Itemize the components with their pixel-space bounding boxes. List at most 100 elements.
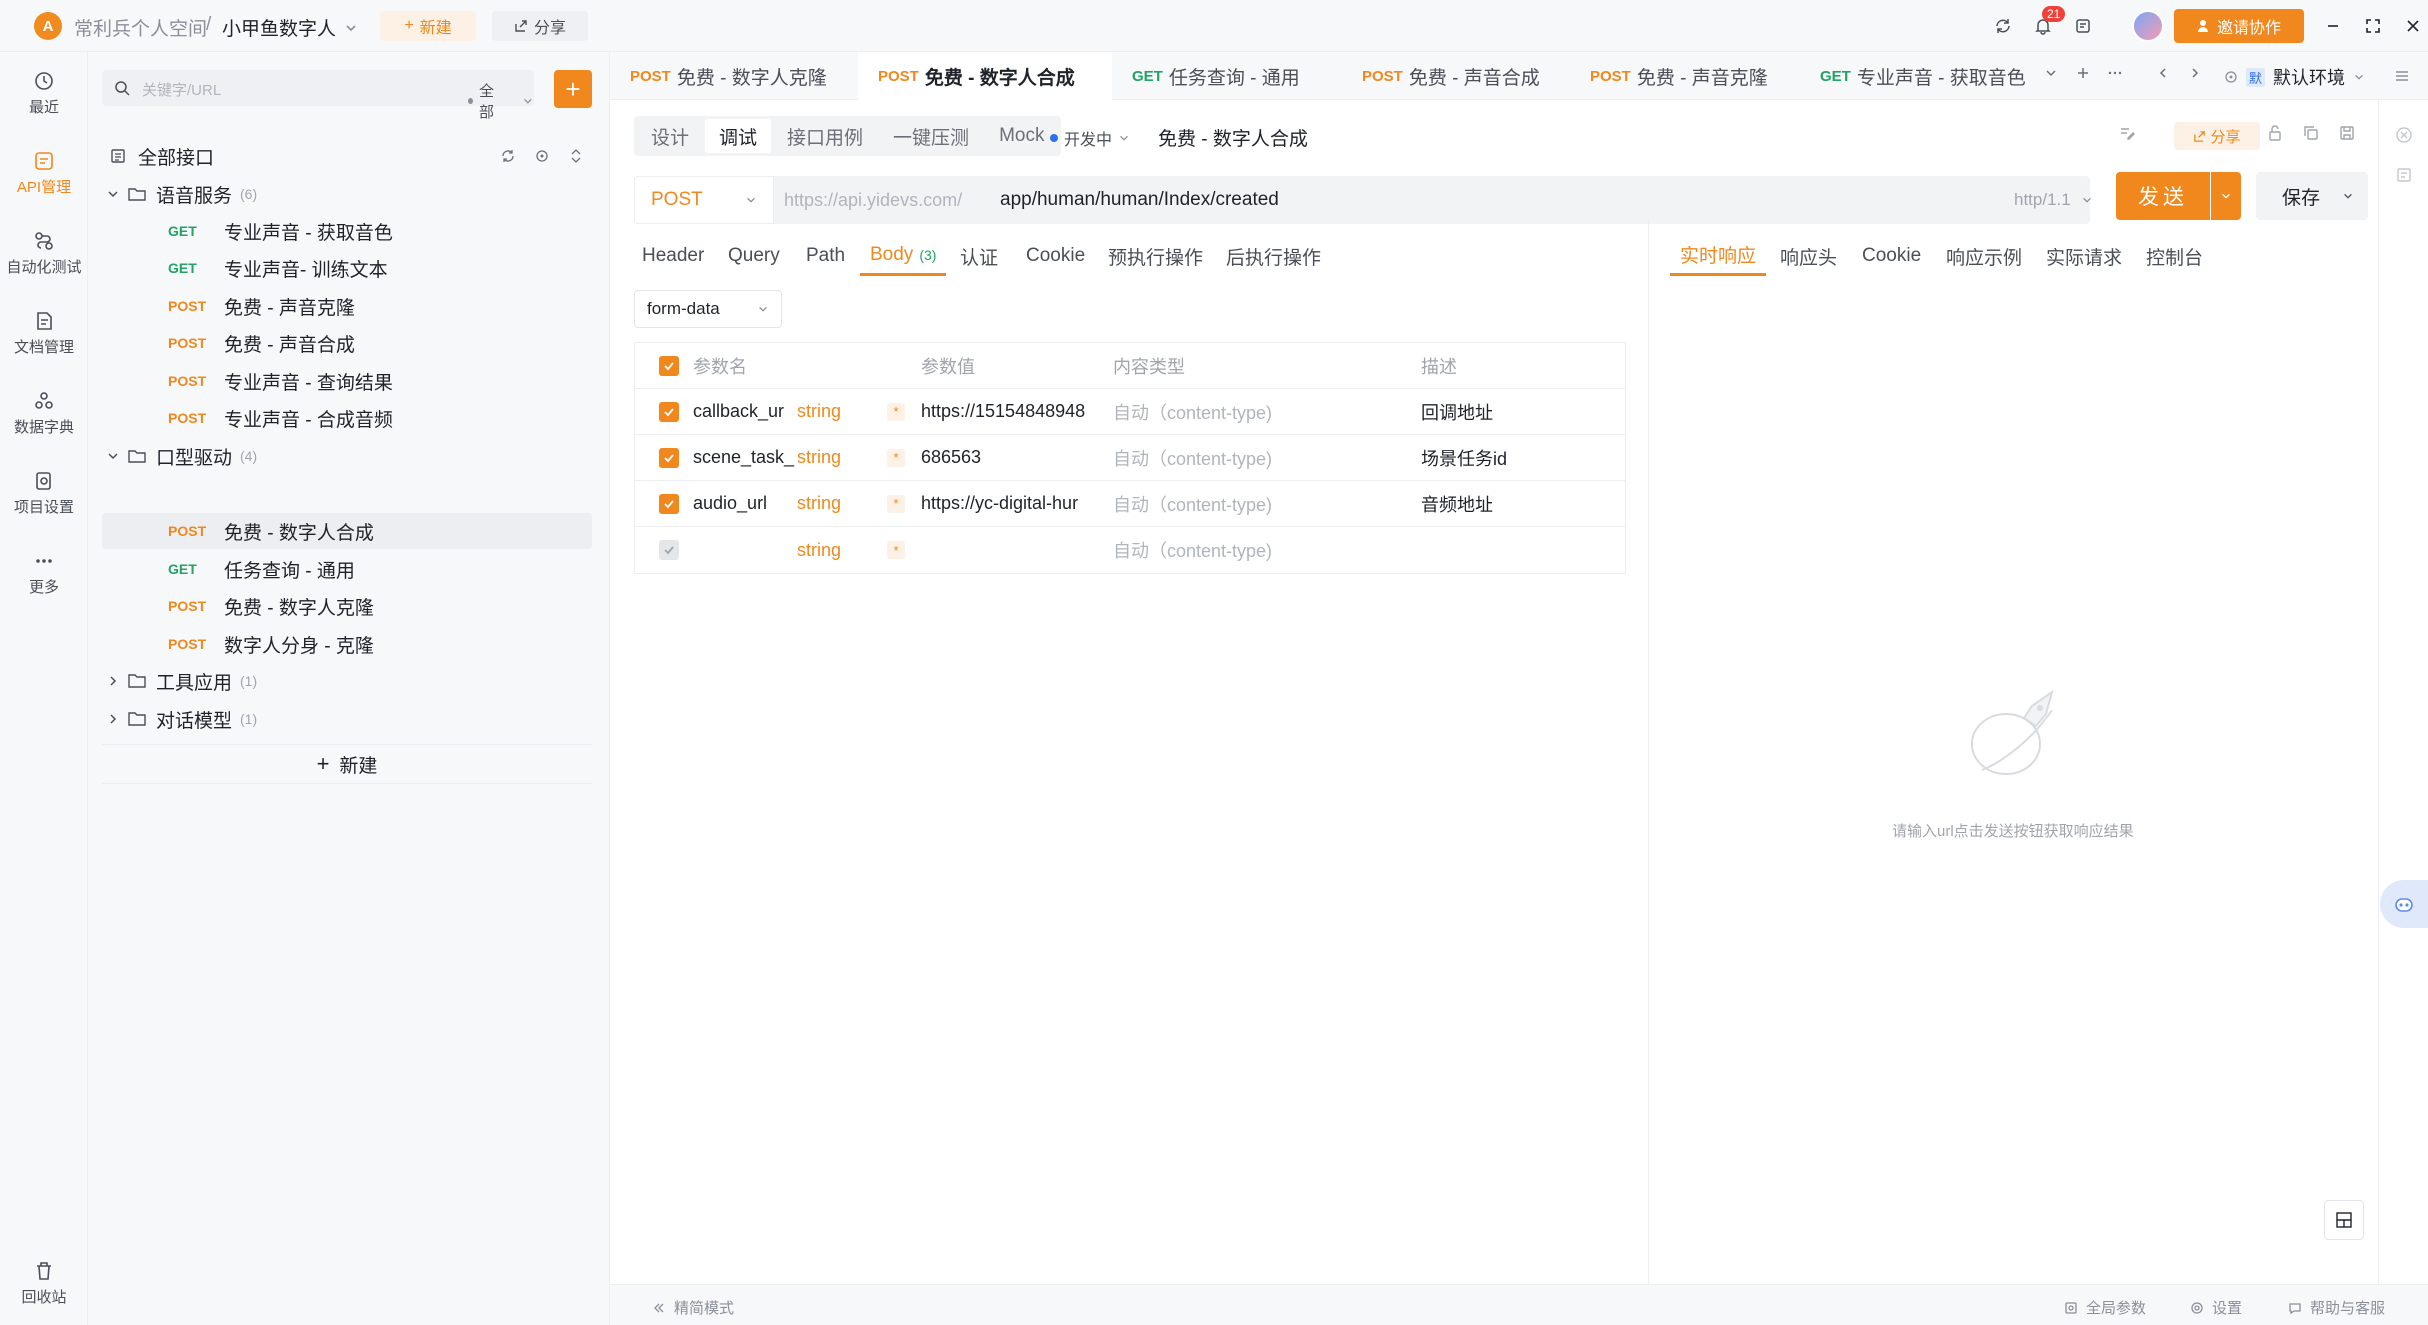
tab-pre-script[interactable]: 预执行操作 xyxy=(1108,236,1203,276)
param-value[interactable]: https://15154848948 xyxy=(921,401,1091,422)
api-name-field[interactable]: 免费 - 数字人合成 xyxy=(1158,124,1308,151)
api-item[interactable]: GET 专业声音 - 获取音色 xyxy=(102,213,592,249)
global-params-button[interactable]: 全局参数 xyxy=(2064,1297,2146,1318)
api-item-selected[interactable]: POST 免费 - 数字人合成 xyxy=(102,513,592,549)
required-icon[interactable]: * xyxy=(887,402,905,421)
api-item[interactable]: POST 专业声音 - 合成音频 xyxy=(102,400,592,436)
nav-data-dictionary[interactable]: 数据字典 xyxy=(0,390,88,437)
sync-icon[interactable] xyxy=(1988,11,2018,41)
api-item[interactable]: POST 免费 - 声音合成 xyxy=(102,325,592,361)
copy-icon[interactable] xyxy=(2302,124,2320,142)
tab-actual-request[interactable]: 实际请求 xyxy=(2046,236,2122,276)
param-desc[interactable]: 场景任务id xyxy=(1421,445,1507,471)
send-options-button[interactable] xyxy=(2211,172,2241,220)
edit-icon[interactable] xyxy=(2118,124,2136,142)
settings-button[interactable]: 设置 xyxy=(2190,1297,2242,1318)
tab-body[interactable]: Body (3) xyxy=(860,236,947,276)
search-bar[interactable]: 关键字/URL 全部 xyxy=(102,70,534,121)
required-icon[interactable]: * xyxy=(887,541,905,559)
param-type[interactable]: string xyxy=(797,447,841,468)
api-item[interactable]: POST 免费 - 数字人克隆 xyxy=(102,588,592,624)
expand-collapse-icon[interactable] xyxy=(568,148,584,164)
nav-automation-test[interactable]: 自动化测试 xyxy=(0,230,88,277)
api-tab-active[interactable]: POST 免费 - 数字人合成 xyxy=(858,52,1112,100)
api-item[interactable]: POST 免费 - 声音克隆 xyxy=(102,288,592,324)
close-circle-icon[interactable] xyxy=(2395,126,2413,144)
api-tab[interactable]: POST 免费 - 声音合成 xyxy=(1342,52,1560,100)
layout-toggle-button[interactable] xyxy=(2324,1200,2364,1240)
row-checkbox[interactable] xyxy=(659,447,679,468)
workspace-breadcrumb[interactable]: 常利兵个人空间 xyxy=(74,14,207,41)
new-button[interactable]: + 新建 xyxy=(380,11,476,41)
param-content-type[interactable]: 自动（content-type) xyxy=(1113,399,1272,425)
param-value[interactable]: https://yc-digital-hur xyxy=(921,493,1091,514)
maximize-icon[interactable] xyxy=(2358,11,2388,41)
more-icon[interactable] xyxy=(2108,66,2122,80)
menu-icon[interactable] xyxy=(2394,68,2410,84)
tab-realtime-response[interactable]: 实时响应 xyxy=(1670,236,1767,276)
nav-docs[interactable]: 文档管理 xyxy=(0,310,88,357)
tab-debug[interactable]: 调试 xyxy=(705,119,772,153)
url-input[interactable]: app/human/human/Index/created xyxy=(1000,189,1279,211)
param-type[interactable]: string xyxy=(797,540,841,561)
param-type[interactable]: string xyxy=(797,401,841,422)
plus-icon[interactable] xyxy=(2076,66,2090,80)
status-selector[interactable]: 开发中 xyxy=(1050,126,1130,150)
param-name[interactable]: audio_url xyxy=(693,493,767,514)
param-content-type[interactable]: 自动（content-type) xyxy=(1113,445,1272,471)
tab-header[interactable]: Header xyxy=(642,236,704,276)
tab-console[interactable]: 控制台 xyxy=(2146,236,2203,276)
tab-test-cases[interactable]: 接口用例 xyxy=(773,119,877,153)
share-button[interactable]: 分享 xyxy=(492,11,588,41)
chevron-right-icon[interactable] xyxy=(2188,66,2202,80)
tab-load-test[interactable]: 一键压测 xyxy=(879,119,983,153)
nav-api-management[interactable]: API管理 xyxy=(0,150,88,197)
tab-cookie[interactable]: Cookie xyxy=(1026,236,1085,276)
all-apis-row[interactable]: 全部接口 xyxy=(102,138,592,174)
save-button[interactable]: 保存 xyxy=(2256,172,2368,220)
nav-recent[interactable]: 最近 xyxy=(0,70,88,117)
search-input[interactable]: 关键字/URL xyxy=(142,79,221,100)
param-content-type[interactable]: 自动（content-type) xyxy=(1113,491,1272,517)
environment-selector[interactable]: 默 默认环境 xyxy=(2224,64,2365,90)
panel-divider[interactable] xyxy=(1648,220,1649,1284)
new-folder-button[interactable]: + 新建 xyxy=(102,744,592,784)
scope-filter[interactable]: 全部 xyxy=(468,80,534,122)
param-content-type[interactable]: 自动（content-type) xyxy=(1113,537,1272,563)
param-desc[interactable]: 回调地址 xyxy=(1421,399,1493,425)
required-icon[interactable]: * xyxy=(887,448,905,467)
minimize-icon[interactable] xyxy=(2318,11,2348,41)
api-item[interactable]: GET 专业声音- 训练文本 xyxy=(102,250,592,286)
panel-icon[interactable] xyxy=(2395,166,2413,184)
body-type-select[interactable]: form-data xyxy=(634,290,782,328)
close-icon[interactable] xyxy=(2398,11,2428,41)
chevron-down-icon[interactable] xyxy=(2044,66,2058,80)
api-tab[interactable]: GET 专业声音 - 获取音色 xyxy=(1800,52,2046,100)
api-tab[interactable]: POST 免费 - 声音克隆 xyxy=(1570,52,1788,100)
tab-response-cookie[interactable]: Cookie xyxy=(1862,236,1921,276)
tab-response-headers[interactable]: 响应头 xyxy=(1780,236,1837,276)
folder-row[interactable]: 工具应用 (1) xyxy=(102,663,592,699)
tab-auth[interactable]: 认证 xyxy=(960,236,998,276)
row-checkbox[interactable] xyxy=(659,493,679,514)
method-select[interactable]: POST xyxy=(634,176,774,224)
nav-more[interactable]: 更多 xyxy=(0,550,88,597)
http-version-select[interactable]: http/1.1 xyxy=(2014,190,2093,210)
api-item[interactable]: POST 专业声音 - 查询结果 xyxy=(102,363,592,399)
invite-button[interactable]: 邀请协作 xyxy=(2174,9,2304,43)
required-icon[interactable]: * xyxy=(887,494,905,513)
param-desc[interactable]: 音频地址 xyxy=(1421,491,1493,517)
tab-query[interactable]: Query xyxy=(728,236,780,276)
share-api-button[interactable]: 分享 xyxy=(2174,122,2260,150)
tab-response-example[interactable]: 响应示例 xyxy=(1946,236,2022,276)
app-logo[interactable]: A xyxy=(34,12,62,40)
help-button[interactable]: 帮助与客服 xyxy=(2288,1297,2385,1318)
tab-path[interactable]: Path xyxy=(806,236,845,276)
message-icon[interactable] xyxy=(2068,11,2098,41)
chevron-left-icon[interactable] xyxy=(2156,66,2170,80)
simple-mode-button[interactable]: 精简模式 xyxy=(652,1297,734,1318)
tab-mock[interactable]: Mock xyxy=(985,119,1058,153)
refresh-icon[interactable] xyxy=(500,148,516,164)
nav-trash[interactable]: 回收站 xyxy=(0,1260,88,1307)
api-item[interactable]: GET 任务查询 - 通用 xyxy=(102,551,592,587)
